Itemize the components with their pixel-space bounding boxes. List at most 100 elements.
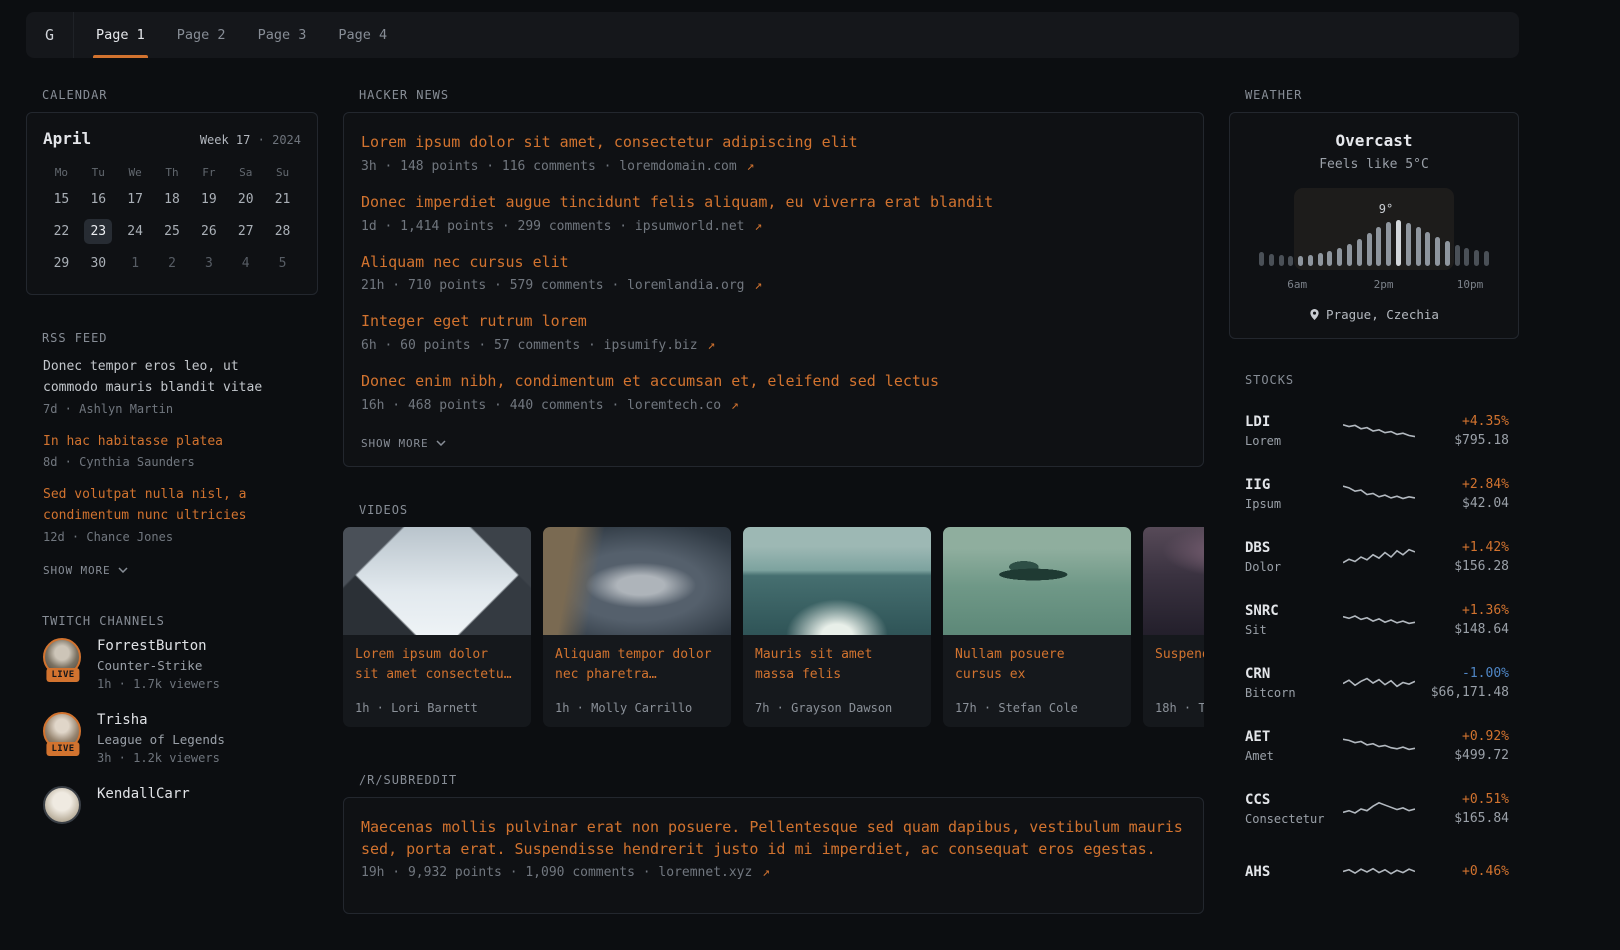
- stock-sparkline: [1343, 605, 1415, 635]
- calendar-day-header: We: [117, 166, 154, 179]
- calendar-year: 2024: [272, 133, 301, 147]
- calendar-days: 1516171819202122232425262728293012345: [43, 187, 301, 276]
- rss-show-more-label: SHOW MORE: [43, 564, 111, 577]
- location-pin-icon: [1309, 308, 1320, 321]
- rss-footer: SHOW MORE: [26, 560, 318, 578]
- weather-time-label: 2pm: [1374, 278, 1394, 291]
- stock-name: Dolor: [1245, 560, 1343, 574]
- rss-item-title[interactable]: Sed volutpat nulla nisl, a condimentum n…: [43, 485, 294, 527]
- stock-price: $499.72: [1415, 748, 1509, 763]
- external-link-icon[interactable]: ↗: [754, 278, 762, 293]
- stock-price: $156.28: [1415, 559, 1509, 574]
- video-thumbnail[interactable]: [1143, 527, 1204, 635]
- rss-show-more-button[interactable]: SHOW MORE: [43, 564, 128, 577]
- stock-row[interactable]: SNRCSit+1.36%$148.64: [1245, 588, 1504, 651]
- calendar-day: 4: [227, 251, 264, 276]
- stock-symbol: IIG: [1245, 477, 1343, 493]
- page-tabs: Page 1 Page 2 Page 3 Page 4: [96, 12, 387, 58]
- stock-sparkline: [1343, 479, 1415, 509]
- calendar-day-header: Th: [154, 166, 191, 179]
- post-meta: 6h · 60 points · 57 comments · ipsumify.…: [361, 338, 1186, 353]
- video-title[interactable]: Lorem ipsum dolor sit amet consectetu…: [355, 645, 519, 685]
- weather-bars: [1254, 188, 1494, 266]
- stock-row[interactable]: IIGIpsum+2.84%$42.04: [1245, 462, 1504, 525]
- video-card[interactable]: Suspendisse diam18h · Tara: [1143, 527, 1204, 727]
- stock-sparkline-wrap: [1343, 416, 1415, 446]
- post-title[interactable]: Maecenas mollis pulvinar erat non posuer…: [361, 817, 1186, 861]
- app-logo[interactable]: G: [26, 12, 74, 58]
- stock-name: Bitcorn: [1245, 686, 1343, 700]
- rss-item-meta: 8d · Cynthia Saunders: [43, 455, 294, 469]
- calendar-day: 17: [117, 187, 154, 212]
- video-title[interactable]: Aliquam tempor dolor nec pharetra…: [555, 645, 719, 685]
- left-column: CALENDAR April Week 17 · 2024 MoTuWeThFr…: [26, 88, 318, 860]
- stock-symbol: AHS: [1245, 864, 1343, 880]
- post-title[interactable]: Aliquam nec cursus elit: [361, 252, 1186, 274]
- external-link-icon[interactable]: ↗: [731, 398, 739, 413]
- weather-bar: [1416, 227, 1421, 266]
- stock-symbol: SNRC: [1245, 603, 1343, 619]
- weather-bar: [1347, 244, 1352, 266]
- rss-item-title[interactable]: In hac habitasse platea: [43, 432, 294, 453]
- video-thumbnail[interactable]: [343, 527, 531, 635]
- twitch-channel[interactable]: KendallCarr: [43, 786, 318, 824]
- weather-condition: Overcast: [1246, 131, 1502, 150]
- hackernews-show-more-button[interactable]: SHOW MORE: [361, 437, 446, 450]
- calendar-day: 5: [264, 251, 301, 276]
- rss-item-title[interactable]: Donec tempor eros leo, ut commodo mauris…: [43, 357, 294, 399]
- video-card[interactable]: Aliquam tempor dolor nec pharetra…1h · M…: [543, 527, 731, 727]
- tab-page-4[interactable]: Page 4: [338, 12, 387, 58]
- tab-page-1[interactable]: Page 1: [96, 12, 145, 58]
- weather-bar: [1376, 227, 1381, 266]
- external-link-icon[interactable]: ↗: [747, 159, 755, 174]
- video-title[interactable]: Mauris sit amet massa felis: [755, 645, 919, 685]
- stock-row[interactable]: CRNBitcorn-1.00%$66,171.48: [1245, 651, 1504, 714]
- chevron-down-icon: [436, 440, 446, 446]
- twitch-channel-name[interactable]: ForrestBurton: [97, 638, 220, 654]
- video-meta: 17h · Stefan Cole: [955, 701, 1119, 715]
- calendar-day: 28: [264, 219, 301, 244]
- video-thumbnail[interactable]: [743, 527, 931, 635]
- weather-bar: [1435, 237, 1440, 266]
- post-title[interactable]: Donec enim nibh, condimentum et accumsan…: [361, 371, 1186, 393]
- tab-page-2[interactable]: Page 2: [177, 12, 226, 58]
- stock-row[interactable]: DBSDolor+1.42%$156.28: [1245, 525, 1504, 588]
- stock-row[interactable]: CCSConsectetur+0.51%$165.84: [1245, 777, 1504, 840]
- weather-time-label: 10pm: [1457, 278, 1484, 291]
- weather-card: Overcast Feels like 5°C 9° 6am2pm10pm Pr…: [1229, 112, 1519, 339]
- weather-location: Prague, Czechia: [1326, 307, 1439, 322]
- video-card[interactable]: Lorem ipsum dolor sit amet consectetu…1h…: [343, 527, 531, 727]
- stock-price: $66,171.48: [1415, 685, 1509, 700]
- external-link-icon[interactable]: ↗: [707, 338, 715, 353]
- stock-values: +0.46%: [1415, 864, 1509, 879]
- video-title[interactable]: Suspendisse diam: [1155, 645, 1204, 665]
- video-card[interactable]: Nullam posuere cursus ex 17h · Stefan Col…: [943, 527, 1131, 727]
- video-title[interactable]: Nullam posuere cursus ex: [955, 645, 1119, 685]
- twitch-channel[interactable]: LIVEForrestBurtonCounter-Strike1h · 1.7k…: [43, 638, 318, 691]
- twitch-channel-name[interactable]: KendallCarr: [97, 786, 190, 802]
- weather-section-title: WEATHER: [1245, 88, 1519, 102]
- calendar-day: 22: [43, 219, 80, 244]
- subreddit-widget: /R/SUBREDDIT Maecenas mollis pulvinar er…: [343, 773, 1204, 915]
- stock-row[interactable]: AHS+0.46%: [1245, 840, 1504, 903]
- stock-values: +2.84%$42.04: [1415, 477, 1509, 511]
- video-thumbnail[interactable]: [943, 527, 1131, 635]
- twitch-channel-info: ForrestBurtonCounter-Strike1h · 1.7k vie…: [97, 638, 220, 691]
- video-thumbnail[interactable]: [543, 527, 731, 635]
- external-link-icon[interactable]: ↗: [762, 865, 770, 880]
- hackernews-section-title: HACKER NEWS: [359, 88, 1204, 102]
- tab-page-3[interactable]: Page 3: [258, 12, 307, 58]
- calendar-day: 23: [84, 219, 112, 244]
- video-card[interactable]: Mauris sit amet massa felis7h · Grayson …: [743, 527, 931, 727]
- external-link-icon[interactable]: ↗: [754, 219, 762, 234]
- stock-sparkline: [1343, 668, 1415, 698]
- post-title[interactable]: Integer eget rutrum lorem: [361, 311, 1186, 333]
- post-title[interactable]: Donec imperdiet augue tincidunt felis al…: [361, 192, 1186, 214]
- stock-values: +0.92%$499.72: [1415, 729, 1509, 763]
- stock-row[interactable]: AETAmet+0.92%$499.72: [1245, 714, 1504, 777]
- post-title[interactable]: Lorem ipsum dolor sit amet, consectetur …: [361, 132, 1186, 154]
- twitch-channel-name[interactable]: Trisha: [97, 712, 225, 728]
- twitch-channel[interactable]: LIVETrishaLeague of Legends3h · 1.2k vie…: [43, 712, 318, 765]
- calendar-day-header: Su: [264, 166, 301, 179]
- stock-row[interactable]: LDILorem+4.35%$795.18: [1245, 399, 1504, 462]
